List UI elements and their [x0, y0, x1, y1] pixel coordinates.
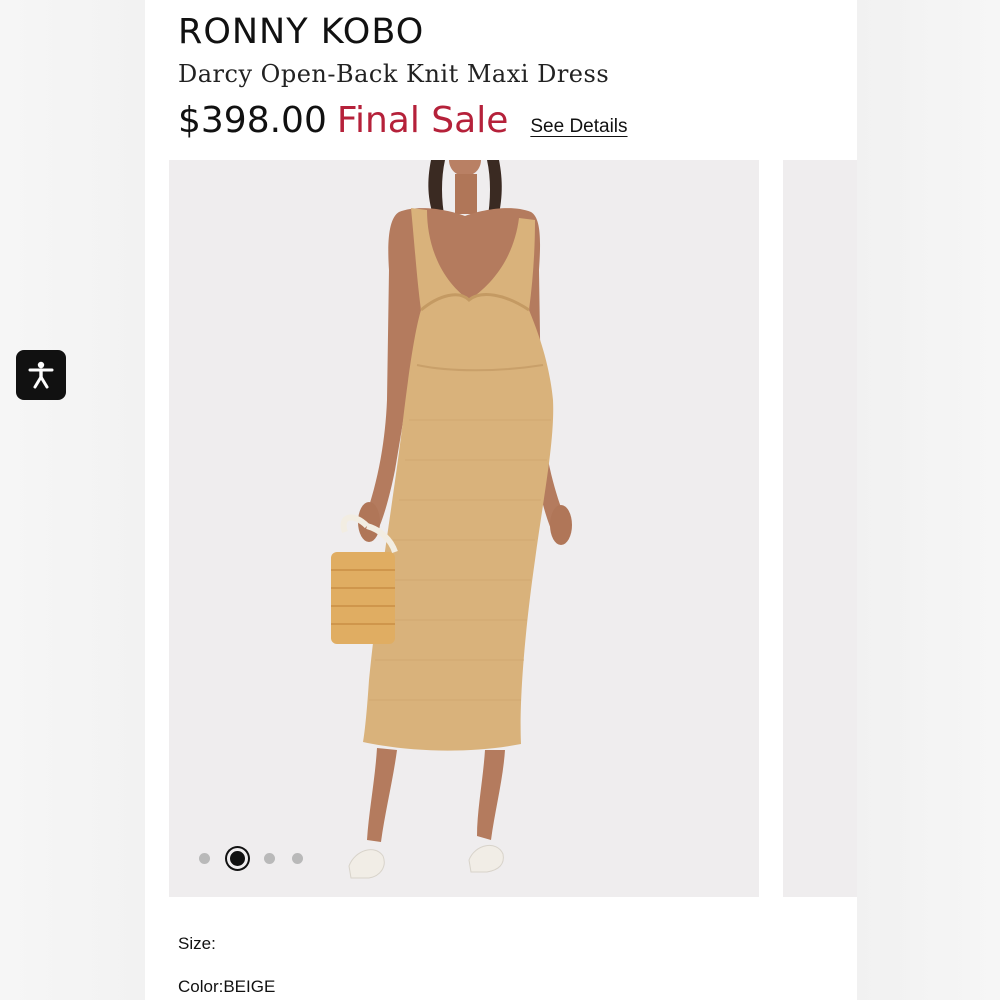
- color-label: Color:BEIGE: [178, 977, 276, 996]
- left-backdrop: [0, 0, 145, 1000]
- size-label: Size:: [178, 934, 216, 953]
- gallery-dot[interactable]: [264, 853, 275, 864]
- model-photo: [331, 160, 572, 879]
- product-title: Darcy Open-Back Knit Maxi Dress: [178, 60, 610, 88]
- gallery-dot[interactable]: [199, 853, 210, 864]
- brand-name[interactable]: RONNY KOBO: [178, 12, 424, 52]
- gallery-pagination: [199, 848, 320, 869]
- gallery-dot[interactable]: [292, 853, 303, 864]
- product-price: $398.00: [178, 100, 327, 141]
- next-image-peek[interactable]: [783, 160, 857, 897]
- accessibility-button[interactable]: [16, 350, 66, 400]
- price-row: $398.00 Final Sale See Details: [178, 100, 628, 146]
- final-sale-badge: Final Sale: [336, 100, 509, 141]
- gallery-dot-active[interactable]: [227, 848, 248, 869]
- accessibility-icon: [28, 361, 54, 389]
- right-backdrop: [857, 0, 1000, 1000]
- see-details-link[interactable]: See Details: [530, 116, 627, 138]
- product-card: RONNY KOBO Darcy Open-Back Knit Maxi Dre…: [145, 0, 857, 1000]
- product-image[interactable]: [169, 160, 759, 897]
